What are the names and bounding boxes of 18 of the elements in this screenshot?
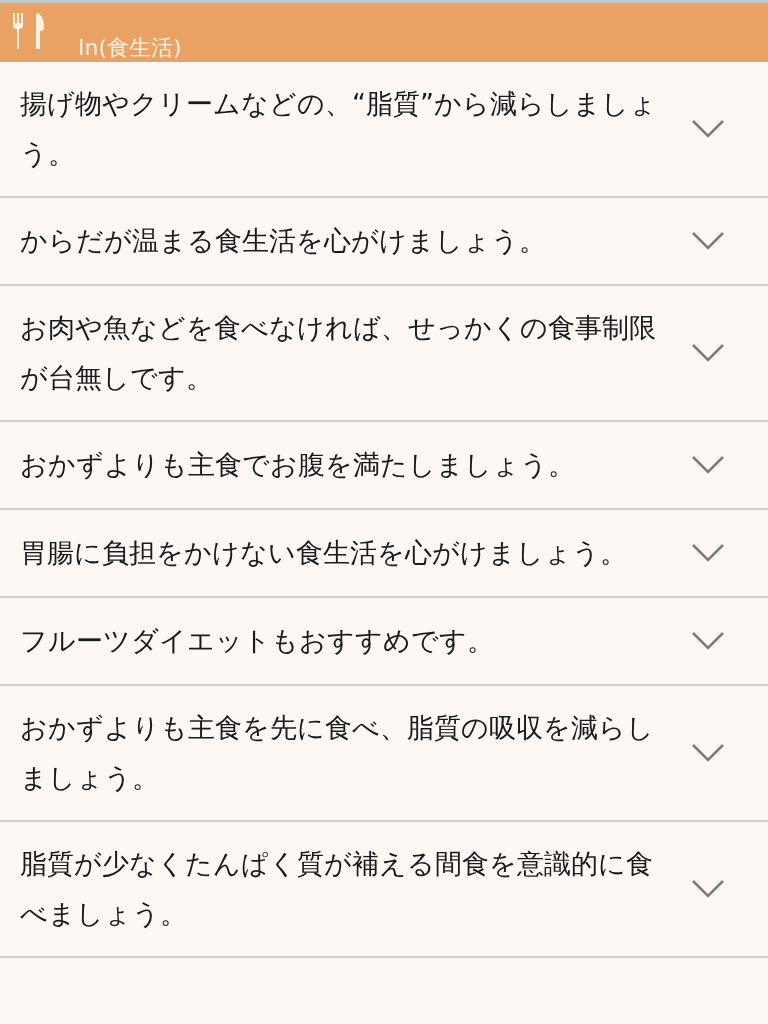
accordion-item[interactable]: おかずよりも主食を先に食べ、脂質の吸収を減らしましょう。 [0,686,768,822]
accordion-item[interactable]: おかずよりも主食でお腹を満たしましょう。 [0,422,768,510]
header-title: In(食生活) [78,34,182,62]
item-text: おかずよりも主食を先に食べ、脂質の吸収を減らしましょう。 [20,711,655,795]
item-text: 胃腸に負担をかけない食生活を心がけましょう。 [20,536,628,570]
item-text: 脂質が少なくたんぱく質が補える間食を意識的に食べましょう。 [20,847,654,931]
accordion-item[interactable]: お肉や魚などを食べなければ、せっかくの食事制限が台無しです。 [0,286,768,422]
accordion-item[interactable]: フルーツダイエットもおすすめです。 [0,598,768,686]
accordion-item[interactable]: 胃腸に負担をかけない食生活を心がけましょう。 [0,510,768,598]
item-text: フルーツダイエットもおすすめです。 [20,624,495,658]
accordion-item[interactable]: からだが温まる食生活を心がけましょう。 [0,198,768,286]
item-text: 揚げ物やクリームなどの、“脂質”から減らしましょう。 [20,87,658,171]
accordion-item[interactable]: 揚げ物やクリームなどの、“脂質”から減らしましょう。 [0,62,768,198]
item-text: おかずよりも主食でお腹を満たしましょう。 [20,448,576,482]
accordion-item[interactable]: 脂質が少なくたんぱく質が補える間食を意識的に食べましょう。 [0,822,768,958]
item-text: お肉や魚などを食べなければ、せっかくの食事制限が台無しです。 [20,311,657,395]
item-text: からだが温まる食生活を心がけましょう。 [20,224,547,258]
fork-knife-icon [12,13,46,49]
